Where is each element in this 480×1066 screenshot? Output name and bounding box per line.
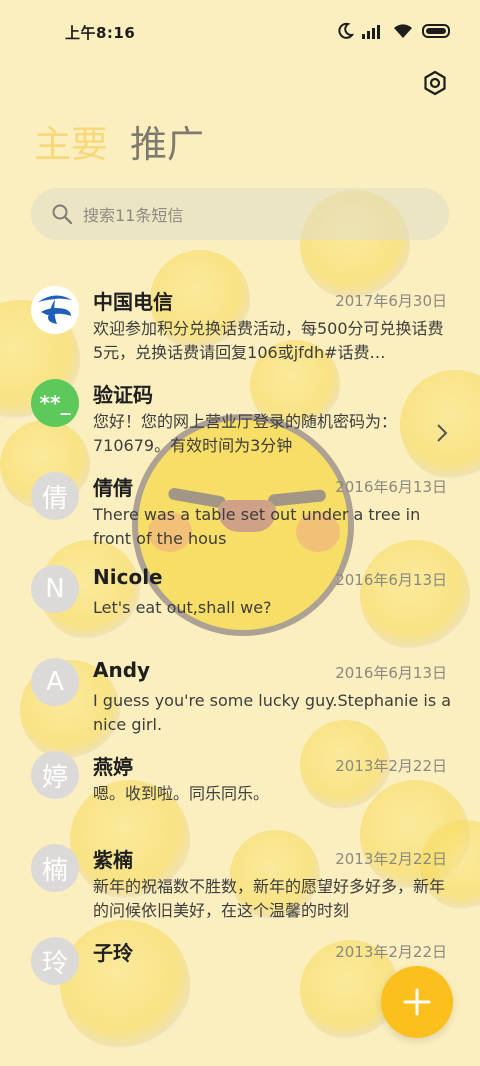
message-preview: 您好！您的网上营业厅登录的随机密码为：710679。有效时间为3分钟 (93, 412, 398, 455)
avatar: N (31, 565, 79, 613)
message-item[interactable]: 倩 倩倩 2016年6月13日 There was a table set ou… (0, 464, 480, 557)
wifi-icon (392, 23, 414, 43)
chevron-right-icon[interactable] (436, 423, 448, 443)
message-item[interactable]: 中国电信 2017年6月30日 欢迎参加积分兑换话费活动，每500分可兑换话费5… (0, 278, 480, 371)
avatar: 楠 (31, 844, 79, 892)
battery-icon (422, 23, 452, 43)
message-preview: 欢迎参加积分兑换话费活动，每500分可兑换话费5元，兑换话费请回复106或jfd… (93, 319, 444, 362)
signal-icon (362, 23, 384, 43)
message-date: 2016年6月13日 (335, 664, 447, 682)
message-date: 2013年2月22日 (335, 850, 447, 868)
message-date: 2013年2月22日 (335, 757, 447, 775)
search-placeholder: 搜索11条短信 (83, 206, 184, 225)
avatar: 婷 (31, 751, 79, 799)
message-item[interactable]: **_ 验证码 您好！您的网上营业厅登录的随机密码为：710679。有效时间为3… (0, 371, 480, 464)
message-date: 2013年2月22日 (335, 943, 447, 961)
settings-button[interactable] (420, 68, 450, 98)
message-preview: 新年的祝福数不胜数，新年的愿望好多好多，新年的问候依旧美好，在这个温馨的时刻 (93, 877, 446, 920)
sender-name: 紫楠 (93, 848, 133, 872)
message-list: 中国电信 2017年6月30日 欢迎参加积分兑换话费活动，每500分可兑换话费5… (0, 278, 480, 1022)
avatar: 倩 (31, 472, 79, 520)
avatar: A (31, 658, 79, 706)
search-bar[interactable]: 搜索11条短信 (31, 188, 449, 240)
message-item[interactable]: N Nicole 2016年6月13日 Let's eat out,shall … (0, 557, 480, 650)
sender-name: 子玲 (93, 941, 133, 965)
sender-name: 燕婷 (93, 755, 133, 779)
message-item[interactable]: A Andy 2016年6月13日 I guess you're some lu… (0, 650, 480, 743)
verification-avatar: **_ (31, 379, 79, 427)
sender-name: 倩倩 (93, 476, 133, 500)
plus-icon (403, 988, 431, 1016)
telecom-logo-avatar (31, 286, 79, 334)
message-date: 2016年6月13日 (335, 571, 447, 589)
search-icon (52, 204, 73, 225)
tab-promotions[interactable]: 推广 (130, 122, 204, 168)
message-date: 2017年6月30日 (335, 292, 447, 310)
sender-name: Andy (93, 658, 151, 682)
category-tabs: 主要 推广 (34, 122, 204, 168)
sender-name: Nicole (93, 565, 163, 589)
message-preview: I guess you're some lucky guy.Stephanie … (93, 691, 452, 734)
status-time: 上午8:16 (65, 24, 136, 42)
sender-name: 中国电信 (93, 290, 173, 314)
message-preview: 嗯。收到啦。同乐同乐。 (93, 784, 270, 803)
message-preview: There was a table set out under a tree i… (93, 505, 421, 548)
status-bar: 上午8:16 (0, 0, 480, 62)
china-telecom-logo-icon (31, 286, 79, 334)
message-item[interactable]: 婷 燕婷 2013年2月22日 嗯。收到啦。同乐同乐。 (0, 743, 480, 836)
moon-icon (336, 22, 355, 44)
compose-button[interactable] (381, 966, 453, 1038)
sender-name: 验证码 (93, 383, 153, 407)
message-item[interactable]: 楠 紫楠 2013年2月22日 新年的祝福数不胜数，新年的愿望好多好多，新年的问… (0, 836, 480, 929)
message-date: 2016年6月13日 (335, 478, 447, 496)
message-preview: Let's eat out,shall we? (93, 598, 272, 617)
avatar: 玲 (31, 937, 79, 985)
settings-icon (424, 70, 446, 96)
tab-primary[interactable]: 主要 (34, 122, 108, 168)
